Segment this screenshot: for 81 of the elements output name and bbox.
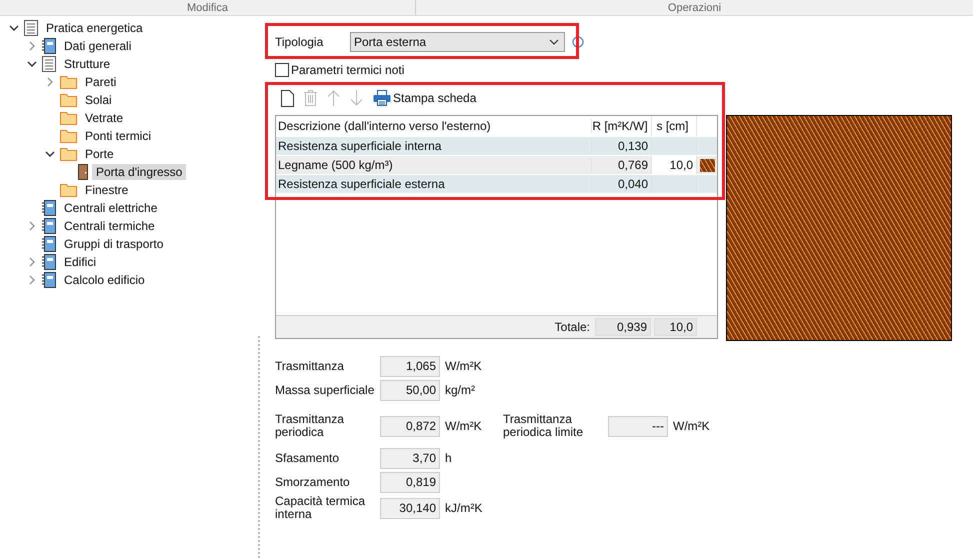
folder-icon [60,75,77,89]
tree-item[interactable]: Dati generali [60,38,136,54]
value-field: --- [608,416,668,436]
table-cell-text: Resistenza superficiale esterna [277,177,446,191]
tree-item[interactable]: Pratica energetica [42,20,147,36]
info-icon[interactable] [572,36,584,48]
table-cell-text: Legname (500 kg/m³) [277,158,394,172]
value-field: 30,140 [380,498,440,518]
chevron-right-icon[interactable] [29,257,35,267]
print-button[interactable]: Stampa scheda [373,90,476,106]
total-value: 0,939 [595,318,651,336]
tree-item[interactable]: Finestre [81,182,132,198]
tree-item[interactable]: Porta d'ingresso [92,164,186,180]
field-label: Trasmittanza periodica [275,413,345,439]
printer-icon [373,90,391,106]
unit-label: W/m²K [445,419,483,433]
field-label: Capacità termica interna [275,495,366,521]
field-label: Trasmittanza [275,360,345,372]
value-field: 1,065 [380,356,440,376]
tree-item[interactable]: Centrali termiche [60,218,159,234]
new-document-icon[interactable] [281,90,294,106]
folder-icon [60,183,77,197]
door-icon [78,164,88,180]
chevron-right-icon[interactable] [29,275,35,285]
tree-item[interactable]: Strutture [60,56,114,72]
document-icon [24,20,38,36]
chevron-right-icon[interactable] [29,221,35,231]
column-header: Descrizione (dall'interno verso l'esterno) [277,119,492,133]
total-label: Totale: [554,320,590,334]
table-cell-text: Resistenza superficiale interna [277,139,442,153]
tree-item[interactable]: Edifici [60,254,100,270]
folder-icon [60,147,77,161]
tree-item[interactable]: Porte [81,146,118,162]
module-icon [42,218,56,234]
chevron-down-icon [549,39,559,45]
tipologia-dropdown[interactable]: Porta esterna [350,32,565,52]
value-field: 3,70 [380,448,440,468]
tree-item[interactable]: Ponti termici [81,128,156,144]
tree-item[interactable]: Centrali elettriche [60,200,162,216]
table-cell[interactable]: 10,0 [651,156,696,174]
module-icon [42,38,56,54]
total-value: 10,0 [654,318,697,336]
column-header: R [m²K/W] [591,119,651,133]
unit-label: h [445,451,453,465]
tree-item[interactable]: Solai [81,92,116,108]
unit-label: kg/m² [445,383,476,397]
chevron-down-icon[interactable] [45,151,55,157]
folder-icon [60,129,77,143]
table-cell: 0,040 [591,177,651,191]
chevron-right-icon[interactable] [29,41,35,51]
module-icon [42,236,56,252]
column-header: Operazioni [668,2,722,14]
field-label: Trasmittanza periodica limite [503,413,584,439]
checkbox[interactable] [275,63,289,77]
tree-item[interactable]: Calcolo edificio [60,272,149,288]
unit-label: W/m²K [673,419,711,433]
chevron-down-icon[interactable] [9,25,19,31]
folder-icon [60,111,77,125]
tree-item[interactable]: Pareti [81,74,120,90]
field-label: Massa superficiale [275,384,376,396]
chevron-down-icon[interactable] [27,61,37,67]
tree-item[interactable]: Vetrate [81,110,128,126]
checkbox-label: Parametri termici noti [291,63,404,77]
document-icon [42,56,56,72]
field-label: Sfasamento [275,452,340,464]
table-cell: 0,130 [591,139,651,153]
field-label: Smorzamento [275,476,351,488]
value-field: 50,00 [380,380,440,400]
chevron-right-icon[interactable] [47,77,53,87]
unit-label: kJ/m²K [445,501,484,515]
value-field: 0,819 [380,472,440,492]
module-icon [42,254,56,270]
module-icon [42,272,56,288]
folder-icon [60,93,77,107]
column-header: Modifica [187,2,228,14]
value-field: 0,872 [380,416,440,436]
module-icon [42,200,56,216]
tree-item[interactable]: Gruppi di trasporto [60,236,168,252]
field-label: Tipologia [275,35,324,49]
unit-label: W/m²K [445,359,483,373]
material-swatch [700,158,714,172]
